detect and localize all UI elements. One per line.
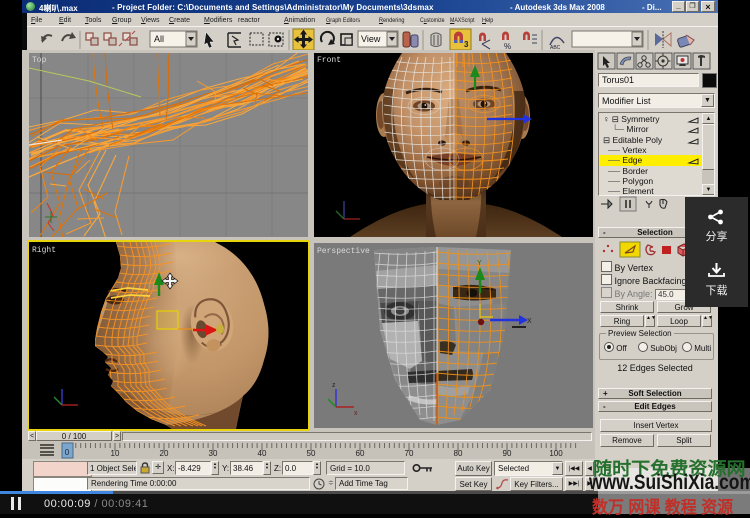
svg-text:View: View: [361, 34, 381, 44]
svg-text:30: 30: [209, 449, 218, 458]
svg-text:20: 20: [160, 449, 169, 458]
svg-text:40: 40: [258, 449, 267, 458]
svg-text:60: 60: [356, 449, 365, 458]
svg-text:Top: Top: [32, 56, 47, 65]
svg-text:0: 0: [65, 448, 70, 457]
svg-text:All: All: [154, 34, 164, 44]
svg-text:90: 90: [503, 449, 512, 458]
svg-text:z: z: [332, 382, 336, 389]
svg-text:3: 3: [464, 40, 469, 49]
svg-text:X: X: [527, 318, 532, 325]
svg-text:100: 100: [549, 449, 563, 458]
svg-text:x: x: [354, 410, 358, 417]
svg-text:70: 70: [405, 449, 414, 458]
svg-text:80: 80: [454, 449, 463, 458]
svg-text:Perspective: Perspective: [317, 247, 370, 256]
svg-text:50: 50: [307, 449, 316, 458]
svg-text:Y: Y: [477, 260, 482, 267]
svg-text:Right: Right: [32, 246, 56, 255]
svg-text:Front: Front: [317, 56, 341, 65]
svg-text:10: 10: [111, 449, 120, 458]
